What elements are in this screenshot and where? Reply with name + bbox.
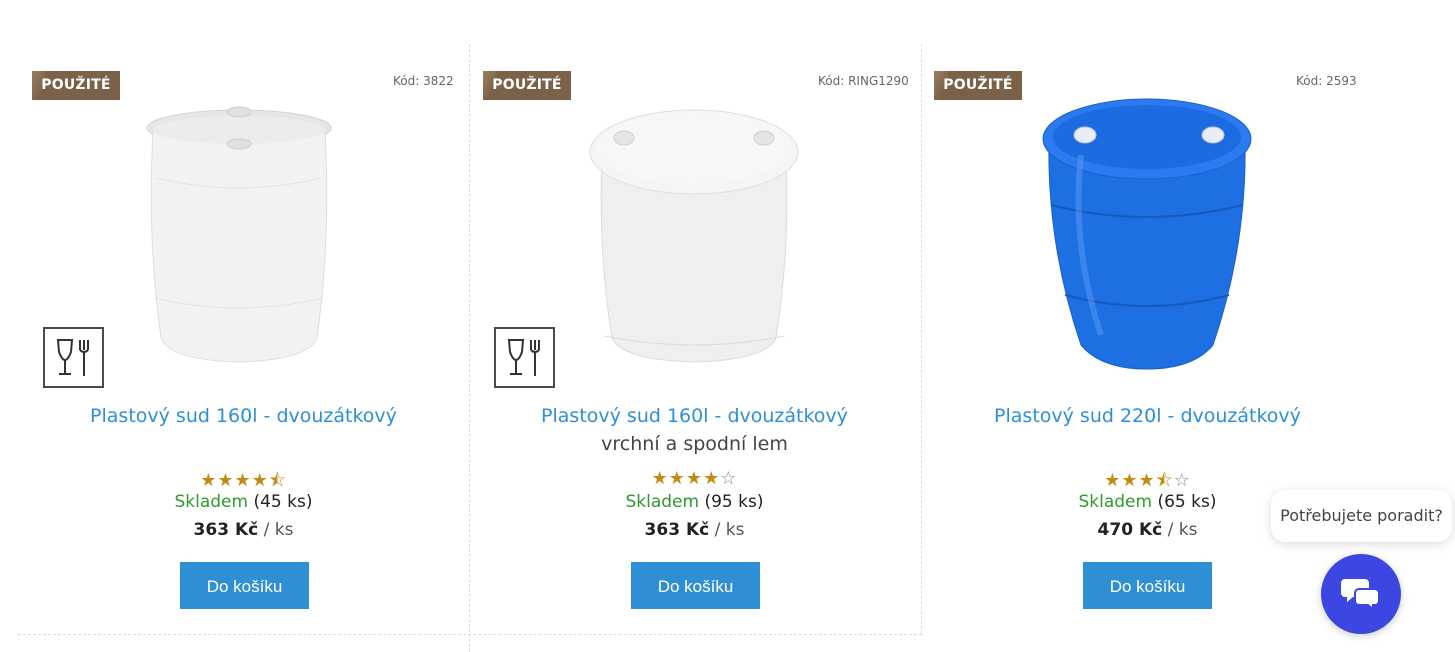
price-value: 363 Kč bbox=[644, 520, 710, 540]
stock-status: Skladem (45 ks) bbox=[18, 492, 469, 512]
stock-label: Skladem bbox=[1078, 492, 1153, 512]
price-value: 470 Kč bbox=[1097, 520, 1163, 540]
product-card[interactable]: POUŽITÉ Kód: RING1290 Plastový sud 160l … bbox=[469, 44, 920, 634]
stock-label: Skladem bbox=[174, 492, 249, 512]
product-code: Kód: 2593 bbox=[1296, 74, 1357, 88]
stock-count: (45 ks) bbox=[253, 492, 313, 512]
chat-button[interactable] bbox=[1321, 554, 1401, 634]
food-safe-icon bbox=[43, 327, 104, 388]
stars-glyphs: ★★★⯪☆ bbox=[1104, 470, 1191, 491]
product-image[interactable] bbox=[124, 94, 354, 372]
price-value: 363 Kč bbox=[193, 520, 259, 540]
rating-stars: ★★★★☆ bbox=[469, 468, 920, 489]
price-unit: / ks bbox=[1167, 520, 1198, 540]
product-title[interactable]: Plastový sud 160l - dvouzátkový bbox=[469, 404, 920, 428]
stock-count: (65 ks) bbox=[1157, 492, 1217, 512]
row-divider bbox=[18, 634, 922, 635]
food-safe-icon bbox=[494, 327, 555, 388]
stock-label: Skladem bbox=[625, 492, 700, 512]
used-badge: POUŽITÉ bbox=[934, 71, 1022, 100]
chat-icon bbox=[1341, 575, 1381, 613]
product-card[interactable]: POUŽITÉ Kód: 2593 Plastový sud 220l - dv… bbox=[920, 44, 1371, 634]
price-unit: / ks bbox=[263, 520, 294, 540]
add-to-cart-button[interactable]: Do košíku bbox=[631, 562, 760, 609]
product-card[interactable]: POUŽITÉ Kód: 3822 Plastový sud 160l - dv… bbox=[18, 44, 469, 634]
stock-count: (95 ks) bbox=[704, 492, 764, 512]
stars-glyphs: ★★★★☆ bbox=[651, 468, 738, 489]
price: 363 Kč / ks bbox=[469, 520, 920, 540]
used-badge: POUŽITÉ bbox=[483, 71, 571, 100]
price-unit: / ks bbox=[714, 520, 745, 540]
add-to-cart-button[interactable]: Do košíku bbox=[180, 562, 309, 609]
product-code: Kód: RING1290 bbox=[818, 74, 909, 88]
product-image[interactable] bbox=[579, 94, 809, 372]
add-to-cart-button[interactable]: Do košíku bbox=[1083, 562, 1212, 609]
stars-glyphs: ★★★★⯪ bbox=[200, 470, 287, 491]
used-badge: POUŽITÉ bbox=[32, 71, 120, 100]
product-image[interactable] bbox=[1032, 94, 1262, 372]
product-title[interactable]: Plastový sud 160l - dvouzátkový bbox=[18, 404, 469, 428]
help-bubble[interactable]: Potřebujete poradit? bbox=[1271, 490, 1452, 542]
product-code: Kód: 3822 bbox=[393, 74, 454, 88]
product-title[interactable]: Plastový sud 220l - dvouzátkový bbox=[920, 404, 1375, 428]
stock-status: Skladem (95 ks) bbox=[469, 492, 920, 512]
price: 363 Kč / ks bbox=[18, 520, 469, 540]
product-subtitle: vrchní a spodní lem bbox=[601, 433, 788, 455]
